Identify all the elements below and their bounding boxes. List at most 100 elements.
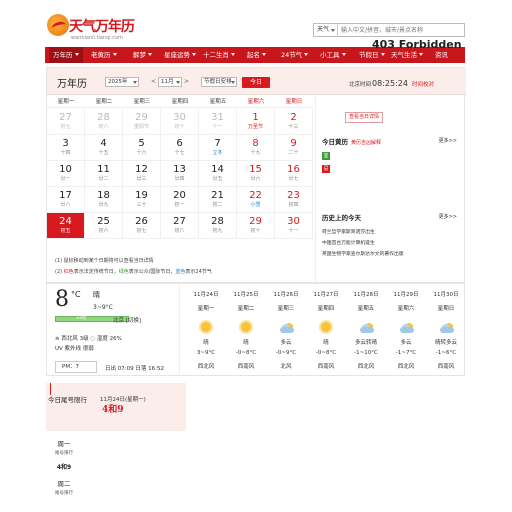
forecast-day[interactable]: 11月28日 星期五 多云转晴 -1~10°C 西北风 [346,284,386,376]
site-logo[interactable]: 天气万年历 wannianli.tianqi.com [47,14,135,44]
search-type-select[interactable]: 天气 [314,24,338,36]
nav-item-dream[interactable]: 解梦 [133,47,152,63]
forecast-wind: 西南风 [237,364,255,370]
calendar-day[interactable]: 25 初六 [85,213,123,239]
almanac-more-link[interactable]: 更多>> [439,137,457,144]
day-number: 27 [59,112,72,123]
city-switch[interactable]: 北京 [切换] [113,316,141,324]
nav-item-solar-terms[interactable]: 24节气 [281,47,309,63]
calendar-day[interactable]: 29 初十 [237,213,275,239]
forecast-weekday: 星期日 [437,306,455,312]
calendar-day[interactable]: 15 廿六 [237,161,275,187]
history-more-link[interactable]: 更多>> [439,213,457,220]
calendar-panel: 万年历 2025年 < 11月 > 节假日安排 今日 北京时间08:25:24 时… [46,67,466,284]
calendar-day[interactable]: 26 初七 [123,213,161,239]
today-button[interactable]: 今日 [242,77,270,88]
nav-item-naming[interactable]: 起名 [247,47,266,63]
calendar-day[interactable]: 28 初九 [199,213,237,239]
forecast-day[interactable]: 11月25日 星期二晴 -0~8°C 西南风 [226,284,266,376]
calendar-day[interactable]: 11 廿二 [85,161,123,187]
lunar-date: 立冬 [212,150,223,156]
partly-cloudy-icon [438,320,454,334]
calendar-day[interactable]: 31 十一 [199,109,237,135]
history-item[interactable]: 中国首台万能计算机诞生 [322,239,375,246]
forecast-date: 11月26日 [273,292,299,298]
prev-month-arrow[interactable]: < [151,78,156,85]
calendar-day[interactable]: 30 十一 [275,213,313,239]
calendar-day[interactable]: 8 十九 [237,135,275,161]
forecast-day[interactable]: 11月24日 星期一晴 3~9°C 西北风 [186,284,226,376]
day-number: 24 [59,216,72,227]
nav-item-zodiac[interactable]: 十二生肖 [203,47,235,63]
calendar-day[interactable]: 14 廿五 [199,161,237,187]
day-number: 22 [249,190,262,201]
calendar-day[interactable]: 3 十四 [47,135,85,161]
calendar-day[interactable]: 2 十三 [275,109,313,135]
forecast-weekday: 星期二 [237,306,255,312]
calendar-day[interactable]: 7 立冬 [199,135,237,161]
calendar-day[interactable]: 5 十六 [123,135,161,161]
calendar-day[interactable]: 20 初一 [161,187,199,213]
history-item[interactable]: 英国生物学家查尔斯达尔文的著作出版 [322,250,404,257]
calendar-day[interactable]: 29 重阳节 [123,109,161,135]
temp-range: 3~9°C [93,304,113,311]
forecast-day[interactable]: 11月27日 星期四晴 -0~8°C 西南风 [306,284,346,376]
search-box: 天气 [313,23,465,37]
forecast-temp: 3~9°C [196,350,216,356]
year-select[interactable]: 2025年 [105,77,139,87]
almanac-explain-link[interactable]: 黄历吉凶解释 [351,140,381,146]
forecast-day[interactable]: 11月30日 星期日 晴转多云 -1~6°C 西南风 [426,284,466,376]
forecast-day[interactable]: 11月26日 星期三 多云 -0~9°C 北风 [266,284,306,376]
view-day-detail-button[interactable]: 查看当日详情 [345,112,383,123]
calendar-day[interactable]: 10 廿一 [47,161,85,187]
search-input[interactable] [341,24,461,36]
next-month-arrow[interactable]: > [184,78,189,85]
chevron-down-icon [231,81,235,84]
calendar-day[interactable]: 23 初四 [275,187,313,213]
holiday-select[interactable]: 节假日安排 [201,77,237,87]
calendar-day[interactable]: 16 廿七 [275,161,313,187]
calendar-day[interactable]: 27 初八 [161,213,199,239]
calendar-day[interactable]: 24 初五 [47,213,85,239]
day-number: 19 [135,190,148,201]
calendar-day[interactable]: 17 廿八 [47,187,85,213]
holiday-select-value: 节假日安排 [204,79,232,85]
calendar-day[interactable]: 1 万圣节 [237,109,275,135]
calendar-day[interactable]: 9 二十 [275,135,313,161]
calendar-day[interactable]: 13 廿四 [161,161,199,187]
forecast-day[interactable]: 11月29日 星期六 多云 -1~7°C 西北风 [386,284,426,376]
calendar-day[interactable]: 12 廿三 [123,161,161,187]
calendar-day[interactable]: 19 三十 [123,187,161,213]
nav-item-tools[interactable]: 小工具 [320,47,346,63]
forecast-temp: -1~10°C [354,350,378,356]
nav-label: 十二生肖 [203,51,229,59]
tail-limit-numbers: 4和9 [56,464,72,471]
calendar-day[interactable]: 6 十七 [161,135,199,161]
lunar-date: 初十 [250,228,261,234]
current-condition: 晴 [93,291,100,299]
day-number: 8 [252,138,259,149]
tail-limit-day: 周二 尾号限行 [46,478,82,496]
month-select[interactable]: 11月 [158,77,182,87]
tail-limit-label: 尾号限行 [55,491,73,496]
lunar-date: 廿九 [98,202,109,208]
nav-item-horoscope[interactable]: 星座运势 [164,47,196,63]
weekday-header: 星期一 星期二 星期三 星期四 星期五 星期六 星期日 [47,96,313,108]
day-number: 25 [97,216,110,227]
nav-item-almanac[interactable]: 老黄历 [91,47,117,63]
calendar-day[interactable]: 4 十五 [85,135,123,161]
calendar-day[interactable]: 30 初十 [161,109,199,135]
calendar-day[interactable]: 22 小雪 [237,187,275,213]
calendar-day[interactable]: 18 廿九 [85,187,123,213]
history-item[interactable]: 荷兰哲学家斯宾诺莎出生 [322,228,375,235]
nav-item-calendar[interactable]: 万年历 [49,47,83,63]
calendar-day[interactable]: 21 初二 [199,187,237,213]
sun-shape [201,322,211,332]
tail-limit-title: 今日尾号限行 [48,396,87,404]
calendar-day[interactable]: 28 初八 [85,109,123,135]
nav-label: 24节气 [281,51,303,59]
calendar-day[interactable]: 27 初七 [47,109,85,135]
forecast-weekday: 星期一 [197,306,215,312]
calibrate-time-link[interactable]: 时间校对 [412,82,434,88]
note-text: 表示24节气 [185,269,212,275]
